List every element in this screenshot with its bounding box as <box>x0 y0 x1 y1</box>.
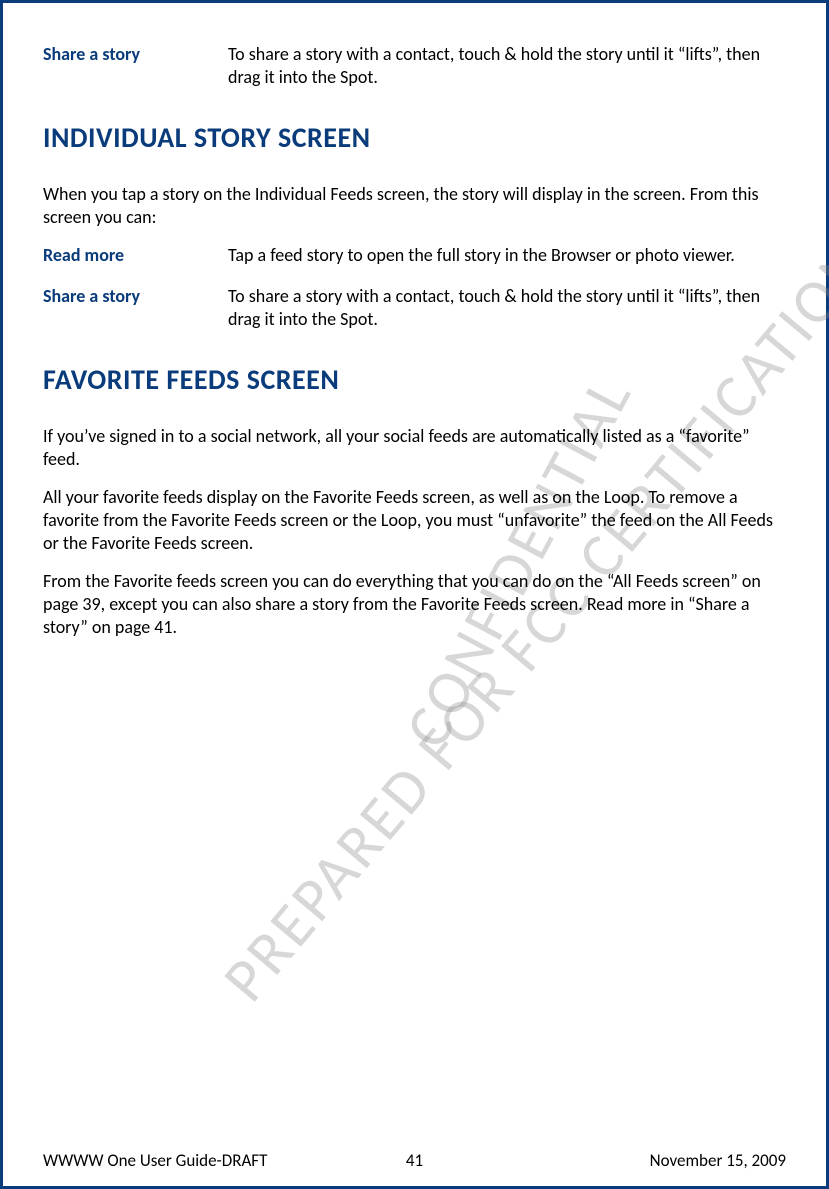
definition-row: Share a story To share a story with a co… <box>43 43 786 90</box>
definition-term: Read more <box>43 244 228 267</box>
section-heading-individual-story: INDIVIDUAL STORY SCREEN <box>43 120 786 155</box>
definition-description: Tap a feed story to open the full story … <box>228 244 786 267</box>
footer-date: November 15, 2009 <box>650 1150 786 1171</box>
footer-doc-title: WWWW One User Guide-DRAFT <box>43 1150 267 1171</box>
intro-paragraph: When you tap a story on the Individual F… <box>43 183 786 230</box>
definition-description: To share a story with a contact, touch &… <box>228 43 786 90</box>
body-paragraph: From the Favorite feeds screen you can d… <box>43 570 786 640</box>
definition-row: Share a story To share a story with a co… <box>43 285 786 332</box>
definition-term: Share a story <box>43 285 228 332</box>
body-paragraph: All your favorite feeds display on the F… <box>43 486 786 556</box>
definition-term: Share a story <box>43 43 228 90</box>
footer-page-number: 41 <box>406 1150 423 1171</box>
body-paragraph: If you’ve signed in to a social network,… <box>43 425 786 472</box>
page-footer: WWWW One User Guide-DRAFT 41 November 15… <box>43 1150 786 1171</box>
page-content: Share a story To share a story with a co… <box>43 43 786 640</box>
document-page: PREPARED FOR FCC CERTIFICATION CONFIDENT… <box>0 0 829 1189</box>
section-heading-favorite-feeds: FAVORITE FEEDS SCREEN <box>43 362 786 397</box>
definition-description: To share a story with a contact, touch &… <box>228 285 786 332</box>
definition-row: Read more Tap a feed story to open the f… <box>43 244 786 267</box>
